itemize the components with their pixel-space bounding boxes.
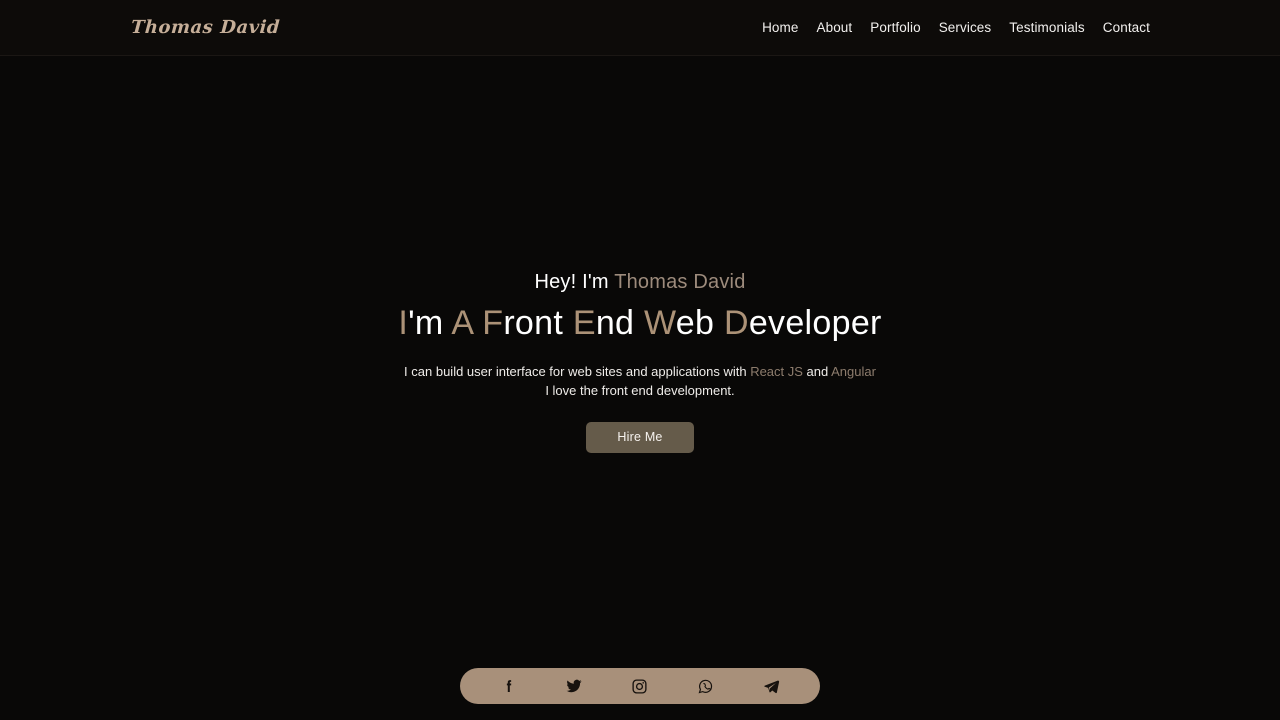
hero-greeting-prefix: Hey! I'm <box>534 271 615 294</box>
hero-desc-tech-angular: Angular <box>831 363 876 379</box>
title-cap-0: I <box>398 304 409 343</box>
nav-link-contact[interactable]: Contact <box>1094 20 1150 35</box>
brand-logo[interactable]: Thomas David <box>130 17 280 38</box>
page-title: I'm A Front End Web Developer <box>398 303 881 343</box>
title-rest-5: eveloper <box>748 304 882 343</box>
brand-logo-last: David <box>219 17 281 38</box>
hero-desc-line1-b: and <box>802 363 832 379</box>
main-navigation: Home About Portfolio Services Testimonia… <box>753 20 1150 35</box>
nav-link-portfolio[interactable]: Portfolio <box>861 20 929 35</box>
social-link-facebook[interactable] <box>492 671 526 701</box>
title-cap-4: W <box>644 304 676 343</box>
title-rest-0: 'm <box>408 304 444 343</box>
hero-description: I can build user interface for web sites… <box>404 362 876 400</box>
hero-greeting-name: Thomas David <box>614 271 746 294</box>
title-cap-1: A <box>451 304 473 343</box>
hero-desc-line1-a: I can build user interface for web sites… <box>404 363 751 379</box>
social-links-bar <box>460 668 820 704</box>
hero-section: Hey! I'm Thomas David I'm A Front End We… <box>0 56 1280 720</box>
instagram-icon <box>631 678 648 695</box>
social-link-whatsapp[interactable] <box>689 671 723 701</box>
facebook-icon <box>501 678 517 694</box>
social-link-instagram[interactable] <box>623 671 657 701</box>
nav-link-home[interactable]: Home <box>753 20 807 35</box>
hire-me-button[interactable]: Hire Me <box>586 421 694 453</box>
title-cap-3: E <box>572 304 596 343</box>
title-cap-2: F <box>482 304 504 343</box>
nav-link-services[interactable]: Services <box>930 20 1001 35</box>
social-link-telegram[interactable] <box>754 671 788 701</box>
telegram-icon <box>763 678 780 695</box>
hero-desc-line2: I love the front end development. <box>545 382 735 398</box>
hero-desc-tech-react: React JS <box>750 363 803 379</box>
social-link-twitter[interactable] <box>557 671 591 701</box>
hero-greeting: Hey! I'm Thomas David <box>534 271 745 294</box>
twitter-icon <box>565 677 583 695</box>
brand-logo-first: Thomas <box>130 17 215 38</box>
title-cap-5: D <box>723 304 749 343</box>
whatsapp-icon <box>697 678 714 695</box>
nav-link-testimonials[interactable]: Testimonials <box>1000 20 1093 35</box>
title-rest-4: eb <box>675 304 715 343</box>
title-rest-3: nd <box>595 304 635 343</box>
site-header: Thomas David Home About Portfolio Service… <box>0 0 1280 56</box>
title-rest-2: ront <box>503 304 564 343</box>
nav-link-about[interactable]: About <box>807 20 861 35</box>
